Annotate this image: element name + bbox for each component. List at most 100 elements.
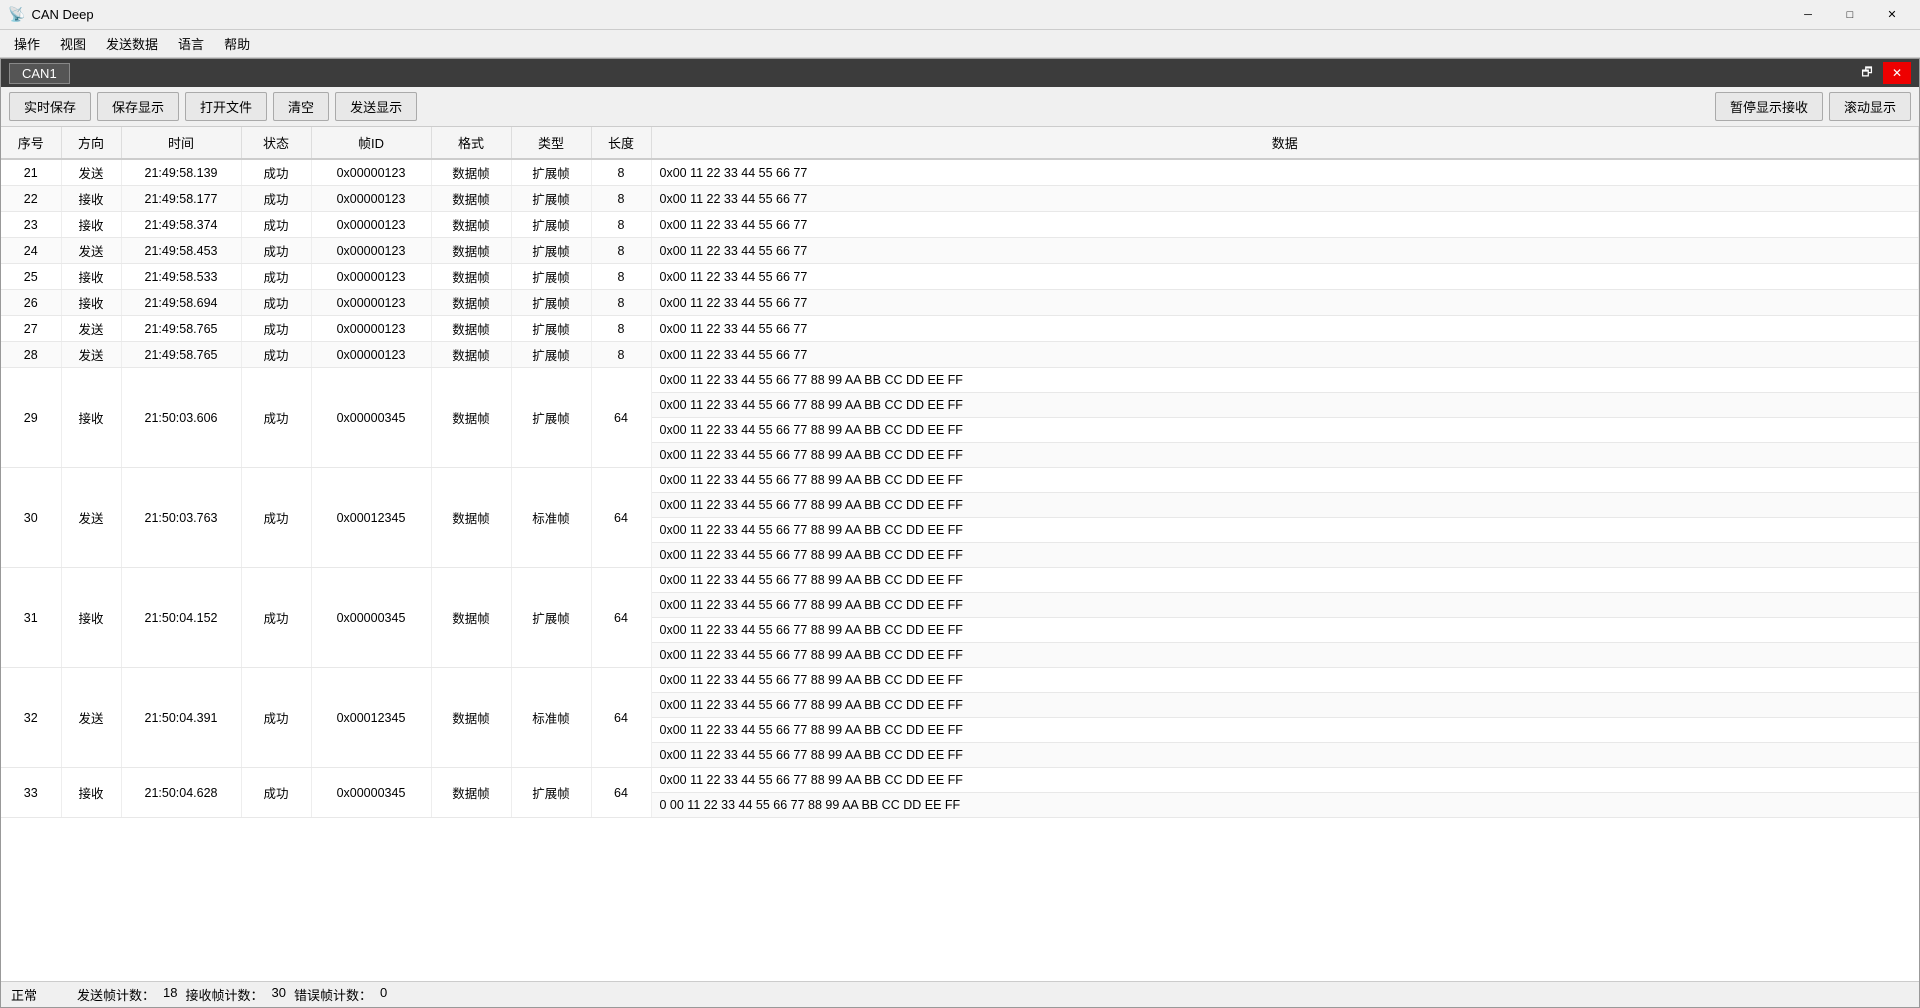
table-cell: 扩展帧 <box>511 238 591 264</box>
table-cell: 21:49:58.139 <box>121 159 241 186</box>
restore-button[interactable]: □ <box>1830 5 1870 25</box>
col-header-len: 长度 <box>591 127 651 159</box>
can1-tab[interactable]: CAN1 <box>9 63 70 84</box>
table-cell: 8 <box>591 316 651 342</box>
data-cell: 0x00 11 22 33 44 55 66 77 <box>651 342 1919 368</box>
table-body: 21发送21:49:58.139成功0x00000123数据帧扩展帧80x00 … <box>1 159 1919 818</box>
table-cell: 21 <box>1 159 61 186</box>
table-cell: 0x00000123 <box>311 159 431 186</box>
table-cell: 21:50:03.606 <box>121 368 241 468</box>
col-header-dir: 方向 <box>61 127 121 159</box>
scroll-display-button[interactable]: 滚动显示 <box>1829 92 1911 121</box>
table-cell: 成功 <box>241 368 311 468</box>
table-row[interactable]: 30发送21:50:03.763成功0x00012345数据帧标准帧640x00… <box>1 468 1919 493</box>
data-table-wrapper[interactable]: 序号 方向 时间 状态 帧ID 格式 类型 长度 数据 21发送21:49:58… <box>1 127 1919 981</box>
menu-item-language[interactable]: 语言 <box>168 30 214 57</box>
table-cell: 发送 <box>61 159 121 186</box>
table-row[interactable]: 27发送21:49:58.765成功0x00000123数据帧扩展帧80x00 … <box>1 316 1919 342</box>
table-cell: 成功 <box>241 342 311 368</box>
table-cell: 数据帧 <box>431 342 511 368</box>
status-stats: 发送帧计数： 18 接收帧计数： 30 错误帧计数： 0 <box>77 985 387 1004</box>
table-row[interactable]: 24发送21:49:58.453成功0x00000123数据帧扩展帧80x00 … <box>1 238 1919 264</box>
table-cell: 数据帧 <box>431 468 511 568</box>
menu-bar: 操作 视图 发送数据 语言 帮助 <box>0 30 1920 58</box>
table-cell: 发送 <box>61 316 121 342</box>
table-cell: 27 <box>1 316 61 342</box>
table-cell: 成功 <box>241 468 311 568</box>
pause-receive-button[interactable]: 暂停显示接收 <box>1715 92 1823 121</box>
table-cell: 21:49:58.374 <box>121 212 241 238</box>
table-cell: 21:49:58.177 <box>121 186 241 212</box>
open-file-button[interactable]: 打开文件 <box>185 92 267 121</box>
table-cell: 数据帧 <box>431 768 511 818</box>
table-cell: 0x00012345 <box>311 668 431 768</box>
table-cell: 数据帧 <box>431 368 511 468</box>
close-button[interactable]: ✕ <box>1872 5 1912 25</box>
title-bar: 📡 CAN Deep ─ □ ✕ <box>0 0 1920 30</box>
table-row[interactable]: 23接收21:49:58.374成功0x00000123数据帧扩展帧80x00 … <box>1 212 1919 238</box>
minimize-button[interactable]: ─ <box>1788 5 1828 25</box>
menu-item-operate[interactable]: 操作 <box>4 30 50 57</box>
table-cell: 数据帧 <box>431 212 511 238</box>
data-cell: 0x00 11 22 33 44 55 66 77 <box>651 159 1919 186</box>
realtime-save-button[interactable]: 实时保存 <box>9 92 91 121</box>
table-cell: 成功 <box>241 186 311 212</box>
data-cell: 0x00 11 22 33 44 55 66 77 88 99 AA BB CC… <box>651 543 1919 568</box>
table-cell: 成功 <box>241 290 311 316</box>
table-cell: 28 <box>1 342 61 368</box>
send-display-button[interactable]: 发送显示 <box>335 92 417 121</box>
table-cell: 21:50:04.628 <box>121 768 241 818</box>
menu-item-send[interactable]: 发送数据 <box>96 30 168 57</box>
menu-item-help[interactable]: 帮助 <box>214 30 260 57</box>
table-cell: 21:50:04.152 <box>121 568 241 668</box>
table-row[interactable]: 33接收21:50:04.628成功0x00000345数据帧扩展帧640x00… <box>1 768 1919 793</box>
table-cell: 21:49:58.765 <box>121 316 241 342</box>
col-header-seq: 序号 <box>1 127 61 159</box>
clear-button[interactable]: 清空 <box>273 92 329 121</box>
col-header-type: 类型 <box>511 127 591 159</box>
table-cell: 接收 <box>61 568 121 668</box>
col-header-status: 状态 <box>241 127 311 159</box>
table-cell: 成功 <box>241 264 311 290</box>
table-cell: 0x00000123 <box>311 316 431 342</box>
table-row[interactable]: 32发送21:50:04.391成功0x00012345数据帧标准帧640x00… <box>1 668 1919 693</box>
window-title-bar: CAN1 🗗 ✕ <box>1 59 1919 87</box>
table-row[interactable]: 22接收21:49:58.177成功0x00000123数据帧扩展帧80x00 … <box>1 186 1919 212</box>
data-cell: 0x00 11 22 33 44 55 66 77 88 99 AA BB CC… <box>651 568 1919 593</box>
menu-item-view[interactable]: 视图 <box>50 30 96 57</box>
table-cell: 23 <box>1 212 61 238</box>
table-cell: 64 <box>591 668 651 768</box>
table-cell: 0x00000123 <box>311 186 431 212</box>
recv-count-label: 接收帧计数： <box>186 985 264 1004</box>
table-cell: 数据帧 <box>431 159 511 186</box>
table-row[interactable]: 26接收21:49:58.694成功0x00000123数据帧扩展帧80x00 … <box>1 290 1919 316</box>
table-row[interactable]: 31接收21:50:04.152成功0x00000345数据帧扩展帧640x00… <box>1 568 1919 593</box>
table-row[interactable]: 28发送21:49:58.765成功0x00000123数据帧扩展帧80x00 … <box>1 342 1919 368</box>
data-cell: 0x00 11 22 33 44 55 66 77 88 99 AA BB CC… <box>651 368 1919 393</box>
save-display-button[interactable]: 保存显示 <box>97 92 179 121</box>
table-cell: 25 <box>1 264 61 290</box>
data-cell: 0x00 11 22 33 44 55 66 77 88 99 AA BB CC… <box>651 393 1919 418</box>
table-cell: 0x00000345 <box>311 568 431 668</box>
data-cell: 0x00 11 22 33 44 55 66 77 88 99 AA BB CC… <box>651 418 1919 443</box>
table-cell: 标准帧 <box>511 468 591 568</box>
table-cell: 8 <box>591 342 651 368</box>
table-cell: 数据帧 <box>431 264 511 290</box>
inner-close-button[interactable]: ✕ <box>1883 62 1911 84</box>
table-cell: 成功 <box>241 212 311 238</box>
table-cell: 接收 <box>61 290 121 316</box>
table-cell: 数据帧 <box>431 668 511 768</box>
recv-count-value: 30 <box>272 985 286 1004</box>
inner-window-controls: 🗗 ✕ <box>1853 62 1911 84</box>
table-row[interactable]: 21发送21:49:58.139成功0x00000123数据帧扩展帧80x00 … <box>1 159 1919 186</box>
table-cell: 扩展帧 <box>511 290 591 316</box>
table-row[interactable]: 29接收21:50:03.606成功0x00000345数据帧扩展帧640x00… <box>1 368 1919 393</box>
toolbar-right: 暂停显示接收 滚动显示 <box>1715 92 1911 121</box>
data-cell: 0x00 11 22 33 44 55 66 77 88 99 AA BB CC… <box>651 668 1919 693</box>
table-cell: 21:49:58.765 <box>121 342 241 368</box>
inner-restore-button[interactable]: 🗗 <box>1853 62 1881 84</box>
table-cell: 成功 <box>241 568 311 668</box>
table-row[interactable]: 25接收21:49:58.533成功0x00000123数据帧扩展帧80x00 … <box>1 264 1919 290</box>
table-cell: 30 <box>1 468 61 568</box>
table-cell: 成功 <box>241 159 311 186</box>
